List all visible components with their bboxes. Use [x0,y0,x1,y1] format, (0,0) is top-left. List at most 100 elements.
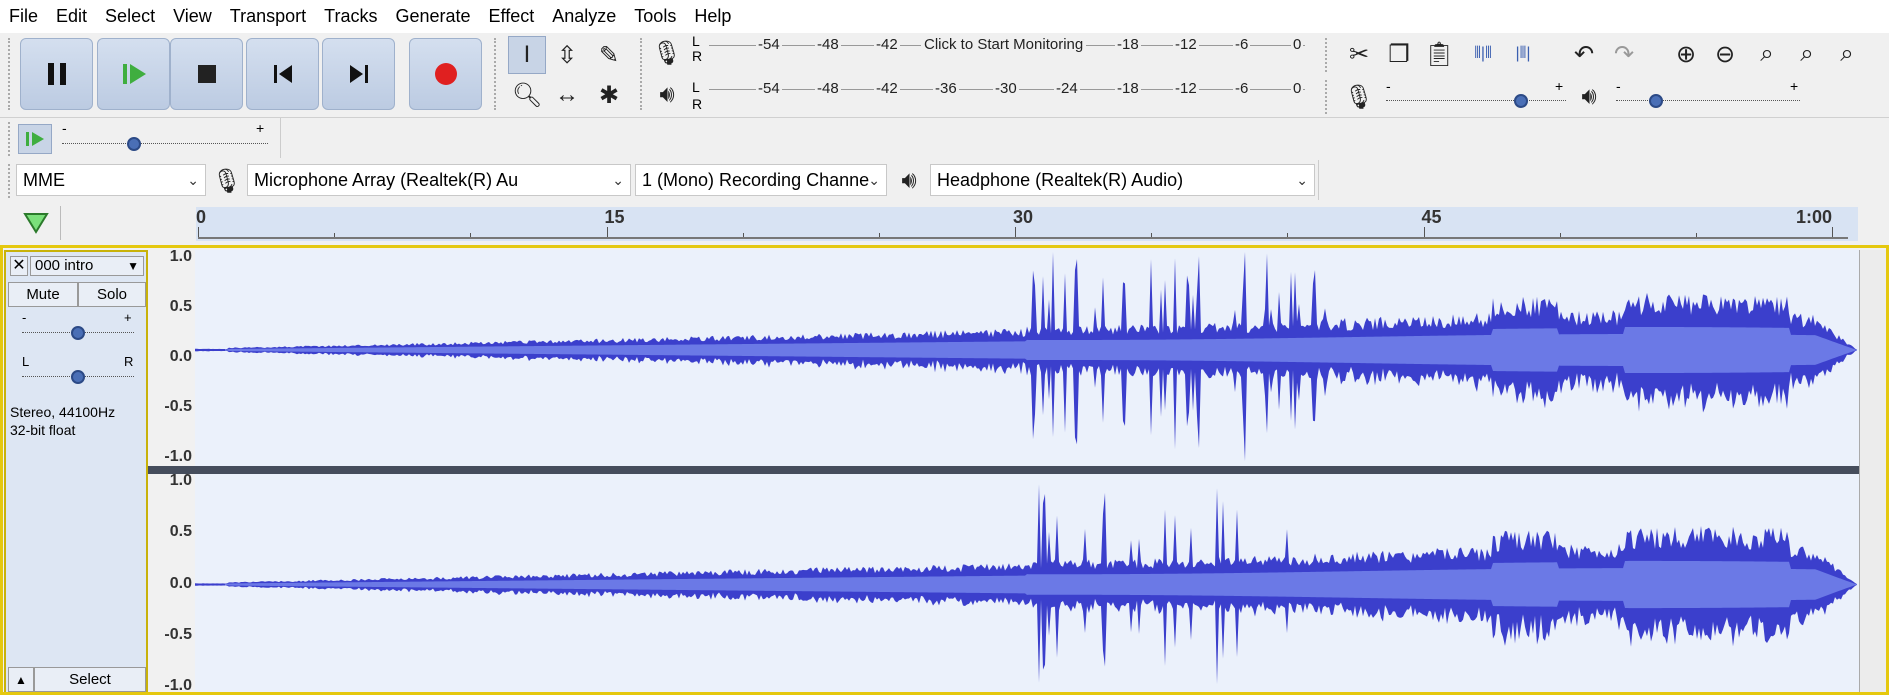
track-format-rate: Stereo, 44100Hz [10,404,116,420]
time-shift-tool[interactable]: ↔ [548,76,586,114]
audio-host-value: MME [23,170,65,190]
trim-button[interactable]: ⫴|⫴ [1464,35,1502,73]
play-at-speed-slider[interactable] [127,137,142,151]
toolbar-divider [1318,160,1319,200]
pause-button[interactable] [20,38,93,110]
meter-r-label: R [692,48,703,64]
chevron-down-icon: ⌄ [868,172,880,188]
envelope-icon: ⇳ [556,41,578,69]
toolbar-grip[interactable] [8,164,14,198]
fit-selection-button[interactable]: ⌕ [1748,35,1786,73]
channel-separator[interactable] [148,466,1889,474]
draw-tool[interactable]: ✎ [590,36,628,74]
paste-button[interactable]: 📋︎ [1420,35,1458,73]
select-track-button[interactable]: Select [34,667,146,692]
toolbar-grip[interactable] [640,38,646,110]
chevron-down-icon: ⌄ [1296,172,1308,188]
play-button[interactable] [97,38,170,110]
record-meter-button[interactable]: 🎙︎ [648,34,686,72]
menu-analyze[interactable]: Analyze [543,0,625,33]
zoom-tool[interactable]: 🔍︎ [508,76,546,114]
undo-button[interactable]: ↶ [1565,35,1603,73]
menu-effect[interactable]: Effect [480,0,544,33]
zoom-out-button[interactable]: ⊖ [1706,35,1744,73]
meter-tick-label: -30 [993,80,1019,97]
audio-host-dropdown[interactable]: MME ⌄ [16,164,206,196]
collapse-track-button[interactable]: ▲ [8,667,34,692]
playback-volume-slider[interactable] [1649,94,1664,108]
meter-tick-label: -12 [1173,80,1199,97]
collapse-arrow-icon: ▲ [15,673,27,687]
skip-to-end-button[interactable] [322,38,395,110]
menu-file[interactable]: File [0,0,47,33]
track-control-panel: ✕ 000 intro ▼ Mute Solo - + L R Stereo, … [4,250,148,695]
menu-select[interactable]: Select [96,0,164,33]
recording-volume-icon-button: 🎙︎ [1340,78,1378,116]
playback-device-value: Headphone (Realtek(R) Audio) [937,170,1184,190]
menu-tracks[interactable]: Tracks [315,0,386,33]
waveform-channel-right[interactable] [195,474,1859,695]
cut-button[interactable]: ✂ [1340,35,1378,73]
recording-channels-dropdown[interactable]: 1 (Mono) Recording Channе ⌄ [635,164,887,196]
selection-tool[interactable]: I [508,36,546,74]
timeline-label: 15 [604,207,625,227]
meter-tick-label: -42 [874,80,900,97]
toolbar-grip[interactable] [1325,38,1331,72]
recording-device-dropdown[interactable]: Microphone Array (Realtek(R) Au ⌄ [247,164,631,196]
menu-tools[interactable]: Tools [625,0,685,33]
skip-to-start-button[interactable] [246,38,319,110]
stop-button[interactable] [170,38,243,110]
copy-button[interactable]: ❐ [1380,35,1418,73]
silence-button[interactable]: |⫴| [1504,35,1542,73]
menu-generate[interactable]: Generate [386,0,479,33]
record-button[interactable] [409,38,482,110]
toolbar-grip[interactable] [1325,80,1331,114]
menu-transport[interactable]: Transport [221,0,315,33]
toolbar-divider [0,117,1889,118]
play-speed-track [62,143,268,145]
toolbar-grip[interactable] [8,38,14,110]
click-to-start-monitoring[interactable]: Click to Start Monitoring [921,36,1087,53]
toolbar-grip[interactable] [494,38,500,110]
recording-volume-slider[interactable] [1514,94,1528,108]
close-track-button[interactable]: ✕ [10,256,28,276]
recording-volume-track [1386,100,1566,102]
playback-device-dropdown[interactable]: Headphone (Realtek(R) Audio) ⌄ [930,164,1315,196]
toolbar-grip[interactable] [8,122,14,156]
meter-l-label: L [692,79,700,95]
gain-min-label: - [22,310,27,325]
menu-help[interactable]: Help [685,0,740,33]
meter-tick-label: -6 [1233,36,1251,53]
gain-slider[interactable] [71,326,85,340]
envelope-tool[interactable]: ⇳ [548,36,586,74]
zoom-in-button[interactable]: ⊕ [1667,35,1705,73]
playback-meter[interactable]: -54 -48 -42 -36 -30 -24 -18 -12 -6 0 [705,80,1309,116]
playback-meter-button[interactable]: 🔊︎ [648,76,686,114]
play-at-speed-button[interactable] [18,124,52,154]
track-name: 000 intro [35,257,94,274]
record-meter[interactable]: -54 -48 -42 -18 -12 -6 0 Click to Start Monitor… [705,36,1309,72]
timeline-ruler[interactable]: 0 15 30 45 1:00 [196,207,1858,241]
multi-tool[interactable]: ✱ [590,76,628,114]
waveform-channel-left[interactable] [195,250,1859,466]
pin-head-button[interactable] [16,206,56,240]
track-name-menu[interactable]: 000 intro ▼ [30,256,144,276]
amplitude-label: 1.0 [169,248,192,265]
pan-slider[interactable] [71,370,85,384]
zoom-toggle-button[interactable]: ⌕ [1828,35,1866,73]
amplitude-label: -1.0 [164,677,192,694]
speaker-icon: 🔊︎ [659,81,675,108]
mute-button[interactable]: Mute [8,282,78,307]
asterisk-icon: ✱ [598,81,620,109]
redo-button[interactable]: ↷ [1605,35,1643,73]
meter-tick-label: -48 [815,80,841,97]
solo-button[interactable]: Solo [78,282,146,307]
meter-tick-label: 0 [1291,80,1304,97]
menu-view[interactable]: View [164,0,221,33]
timeline-label: 30 [1013,207,1034,227]
microphone-icon: 🎙︎ [1343,83,1375,111]
vertical-scrollbar[interactable] [1859,250,1889,695]
fit-project-button[interactable]: ⌕ [1788,35,1826,73]
menu-edit[interactable]: Edit [47,0,96,33]
copy-icon: ❐ [1388,40,1410,68]
